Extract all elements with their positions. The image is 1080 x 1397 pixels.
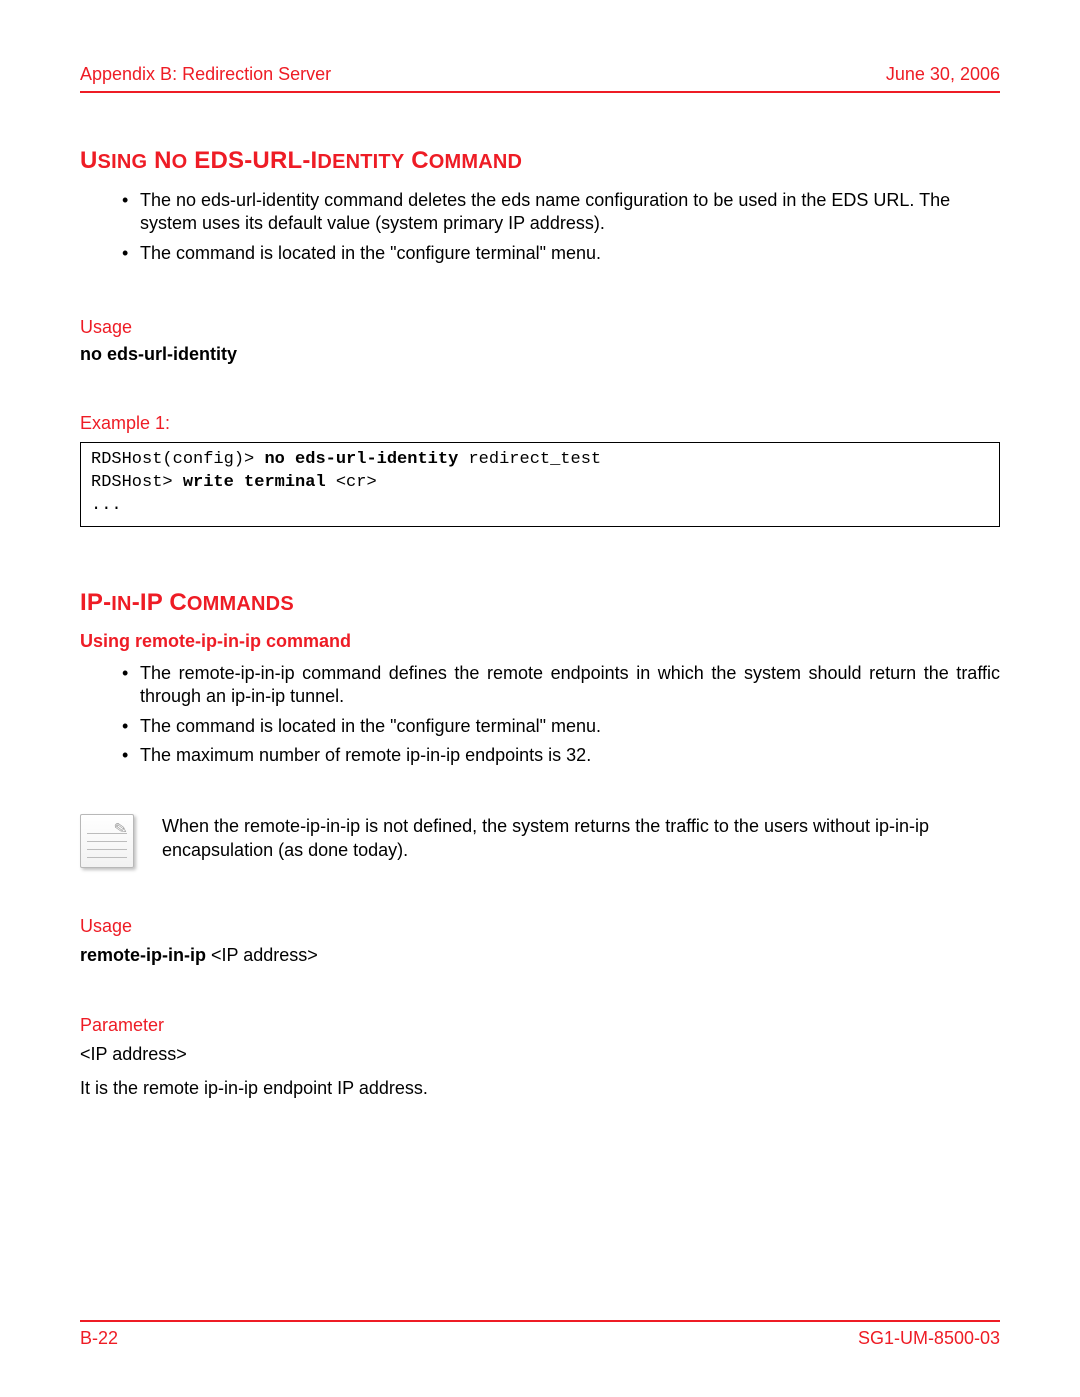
usage-label: Usage <box>80 916 1000 937</box>
code-bold: write terminal <box>183 473 326 492</box>
usage-label: Usage <box>80 317 1000 338</box>
page-number: B-22 <box>80 1328 118 1349</box>
parameter-name: <IP address> <box>80 1042 1000 1066</box>
section2-bullet-list: The remote-ip-in-ip command defines the … <box>122 662 1000 768</box>
header-date: June 30, 2006 <box>886 64 1000 85</box>
parameter-label: Parameter <box>80 1015 1000 1036</box>
note-text: When the remote-ip-in-ip is not defined,… <box>162 814 1000 863</box>
code-text: ... <box>91 496 122 515</box>
usage-command: remote-ip-in-ip <box>80 945 206 965</box>
page-header: Appendix B: Redirection Server June 30, … <box>80 64 1000 85</box>
usage-argument: <IP address> <box>206 945 318 965</box>
usage-command: no eds-url-identity <box>80 344 1000 365</box>
code-text: <cr> <box>326 473 377 492</box>
bullet-item: The command is located in the "configure… <box>122 715 1000 738</box>
section1-bullet-list: The no eds-url-identity command deletes … <box>122 189 1000 265</box>
header-rule <box>80 91 1000 93</box>
header-left: Appendix B: Redirection Server <box>80 64 331 85</box>
section-title-no-eds-url-identity: USING NO EDS-URL-IDENTITY COMMAND <box>80 147 1000 175</box>
example-label: Example 1: <box>80 413 1000 434</box>
doc-id: SG1-UM-8500-03 <box>858 1328 1000 1349</box>
usage-line: remote-ip-in-ip <IP address> <box>80 943 1000 967</box>
code-example-box: RDSHost(config)> no eds-url-identity red… <box>80 442 1000 527</box>
parameter-description: It is the remote ip-in-ip endpoint IP ad… <box>80 1076 1000 1100</box>
section-title-ip-in-ip: IP-IN-IP COMMANDS <box>80 589 1000 617</box>
code-text: redirect_test <box>458 450 601 469</box>
code-text: RDSHost> <box>91 473 183 492</box>
footer-rule <box>80 1320 1000 1322</box>
bullet-item: The remote-ip-in-ip command defines the … <box>122 662 1000 709</box>
page-footer: B-22 SG1-UM-8500-03 <box>80 1320 1000 1349</box>
note-block: ✎ When the remote-ip-in-ip is not define… <box>80 814 1000 868</box>
note-icon: ✎ <box>80 814 134 868</box>
code-text: RDSHost(config)> <box>91 450 264 469</box>
subsection-title-remote-ip-in-ip: Using remote-ip-in-ip command <box>80 631 1000 652</box>
bullet-item: The no eds-url-identity command deletes … <box>122 189 1000 236</box>
pencil-icon: ✎ <box>112 818 129 840</box>
bullet-item: The maximum number of remote ip-in-ip en… <box>122 744 1000 767</box>
bullet-item: The command is located in the "configure… <box>122 242 1000 265</box>
code-bold: no eds-url-identity <box>264 450 458 469</box>
